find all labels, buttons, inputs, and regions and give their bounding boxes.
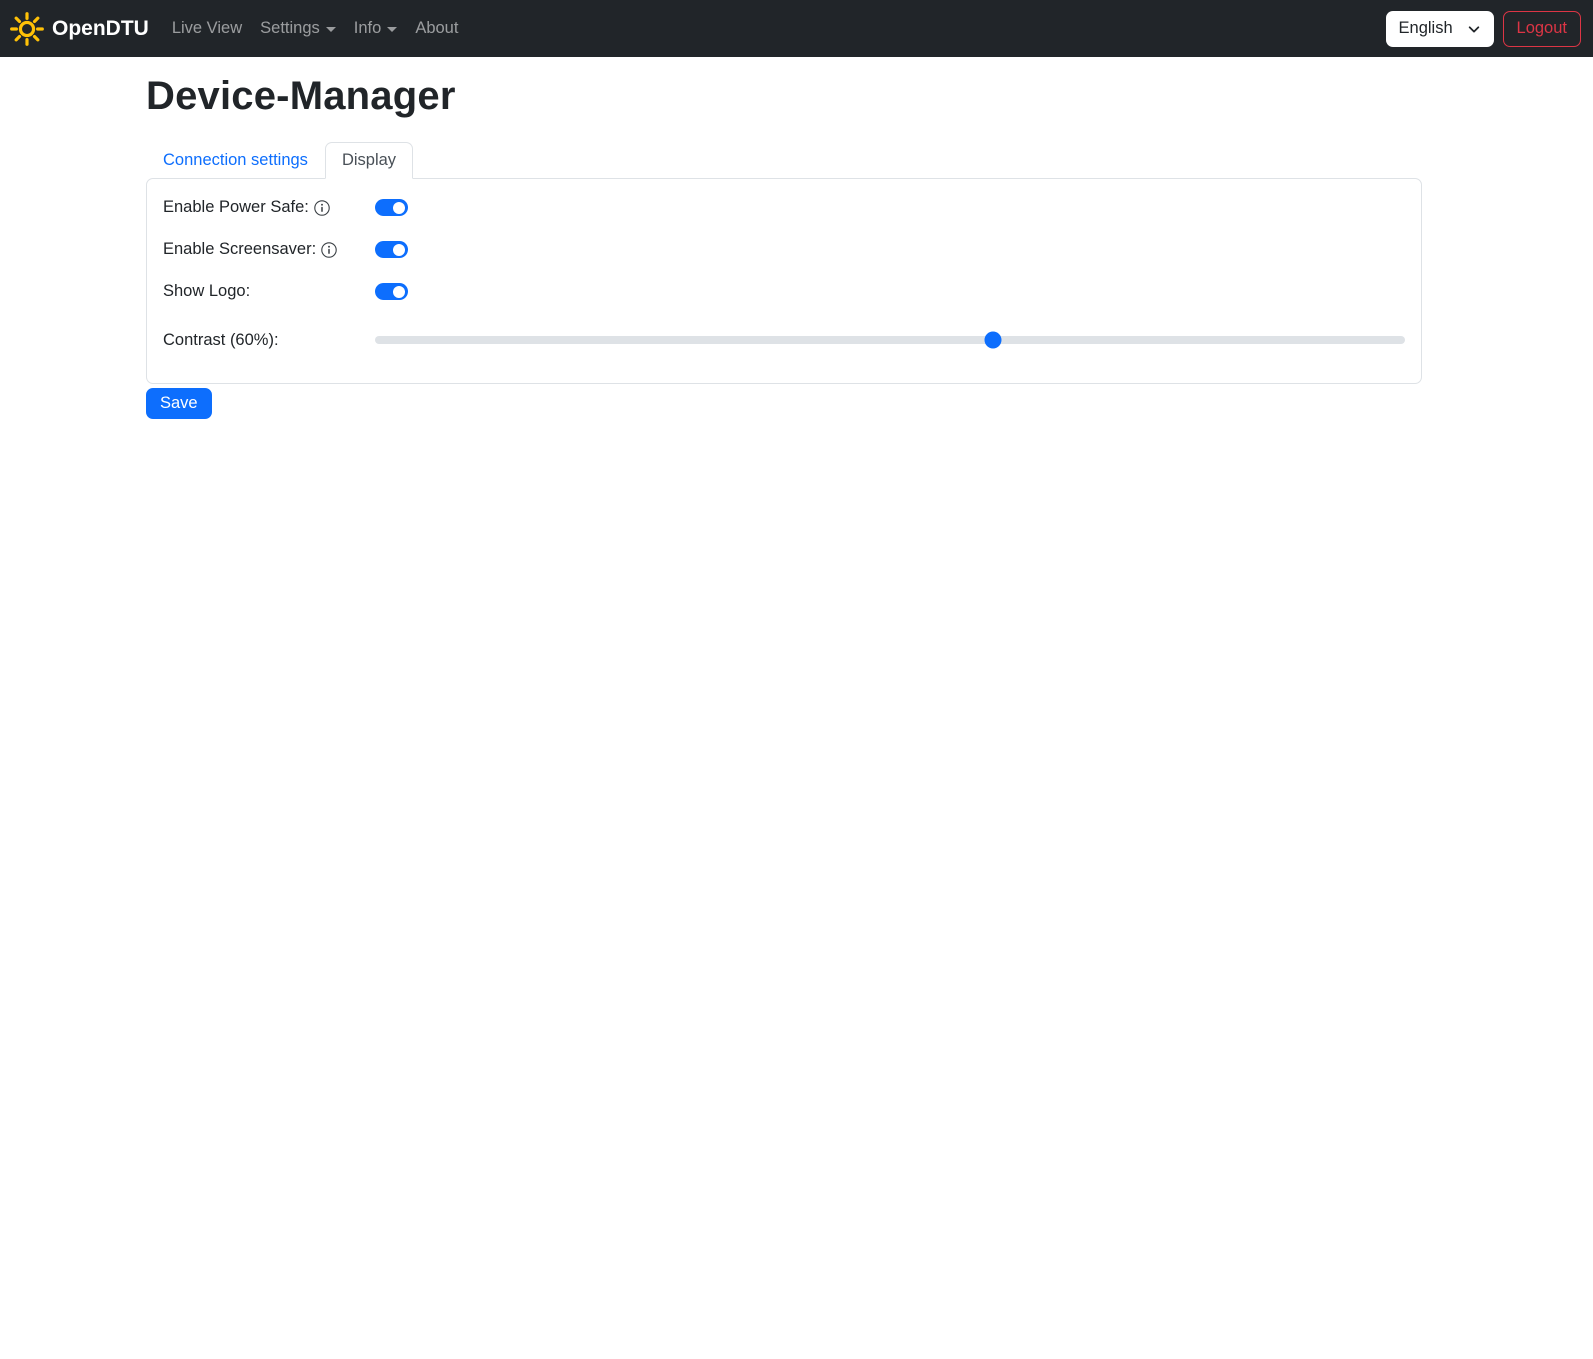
page-title: Device-Manager <box>146 74 456 118</box>
navbar: OpenDTU Live View Settings Info About En… <box>0 0 1593 57</box>
save-button[interactable]: Save <box>146 388 212 419</box>
enable-screensaver-label-text: Enable Screensaver: <box>163 240 317 258</box>
enable-screensaver-label: Enable Screensaver: <box>163 240 375 259</box>
main-content: Device-Manager Connection settings Displ… <box>146 74 1422 419</box>
contrast-slider-thumb[interactable] <box>984 331 1002 349</box>
nav-about[interactable]: About <box>406 11 467 46</box>
info-icon[interactable] <box>314 200 330 216</box>
contrast-label: Contrast (60%): <box>163 331 375 350</box>
contrast-label-text: Contrast (60%): <box>163 330 279 349</box>
nav-about-label: About <box>415 19 459 37</box>
nav-settings[interactable]: Settings <box>251 11 345 46</box>
chevron-down-icon <box>325 27 336 32</box>
logout-button[interactable]: Logout <box>1502 10 1581 47</box>
info-icon[interactable] <box>321 242 337 258</box>
brand-link[interactable]: OpenDTU <box>10 11 149 46</box>
nav-links: Live View Settings Info About <box>163 11 468 46</box>
nav-info[interactable]: Info <box>345 11 407 46</box>
enable-power-safe-row: Enable Power Safe: <box>163 195 1405 220</box>
show-logo-row: Show Logo: <box>163 279 1405 304</box>
nav-info-label: Info <box>353 19 382 37</box>
tab-bar: Connection settings Display <box>146 142 1422 179</box>
contrast-row: Contrast (60%): <box>163 321 1405 359</box>
brand-label: OpenDTU <box>52 16 149 40</box>
tab-connection-settings[interactable]: Connection settings <box>146 142 325 179</box>
enable-screensaver-switch[interactable] <box>375 241 408 258</box>
enable-power-safe-label: Enable Power Safe: <box>163 198 375 217</box>
display-settings-card: Enable Power Safe: Enable Screensaver: S… <box>146 178 1422 384</box>
enable-power-safe-label-text: Enable Power Safe: <box>163 198 309 216</box>
contrast-slider-track[interactable] <box>375 336 1405 344</box>
chevron-down-icon <box>387 27 398 32</box>
nav-settings-label: Settings <box>260 19 320 37</box>
language-selected-value: English <box>1398 19 1453 37</box>
show-logo-label-text: Show Logo: <box>163 282 251 300</box>
show-logo-label: Show Logo: <box>163 282 375 301</box>
enable-power-safe-switch[interactable] <box>375 199 408 216</box>
nav-live-view-label: Live View <box>171 19 243 37</box>
sun-icon <box>10 11 44 46</box>
language-select[interactable]: English <box>1385 10 1494 47</box>
nav-live-view[interactable]: Live View <box>163 11 251 46</box>
contrast-slider[interactable] <box>375 331 1405 349</box>
show-logo-switch[interactable] <box>375 283 408 300</box>
chevron-down-icon <box>1467 22 1481 36</box>
enable-screensaver-row: Enable Screensaver: <box>163 237 1405 262</box>
tab-display[interactable]: Display <box>324 142 414 179</box>
navbar-right: English Logout <box>1385 10 1581 47</box>
